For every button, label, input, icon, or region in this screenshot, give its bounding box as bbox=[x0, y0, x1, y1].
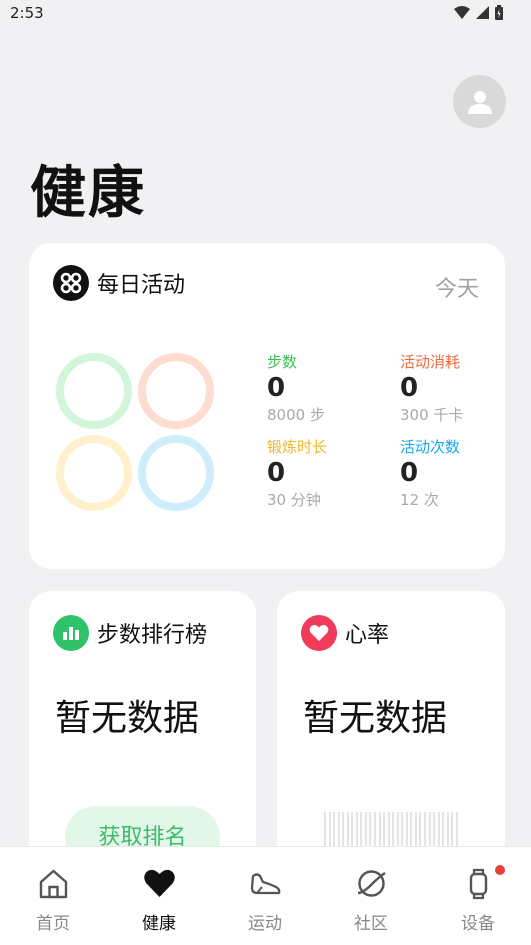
bottom-tab-bar: 首页 健康 运动 社区 设备 bbox=[0, 846, 531, 945]
status-bar: 2:53 bbox=[0, 0, 531, 28]
stat-steps: 步数 0 8000 步 bbox=[267, 351, 387, 425]
battery-icon bbox=[495, 5, 503, 20]
calories-ring bbox=[138, 353, 214, 429]
daily-activity-card[interactable]: 每日活动 今天 步数 0 8000 步 活动消耗 0 300 千卡 锻炼时长 0… bbox=[29, 243, 505, 569]
activity-count-ring bbox=[138, 435, 214, 511]
tab-label: 设备 bbox=[461, 914, 495, 934]
tab-label: 运动 bbox=[248, 914, 282, 934]
signal-icon bbox=[476, 6, 489, 19]
stat-target: 8000 步 bbox=[267, 406, 325, 424]
wifi-icon bbox=[454, 6, 470, 19]
heart-rate-header: 心率 bbox=[301, 615, 389, 651]
stat-activity-count: 活动次数 0 12 次 bbox=[400, 436, 505, 510]
activity-rings bbox=[54, 351, 214, 511]
status-icons bbox=[454, 5, 503, 20]
exercise-ring bbox=[56, 435, 132, 511]
heart-rate-icon bbox=[301, 615, 337, 651]
shoe-icon bbox=[250, 873, 281, 895]
stat-label: 活动消耗 bbox=[400, 353, 461, 371]
stat-target: 12 次 bbox=[400, 491, 439, 509]
daily-activity-title: 每日活动 bbox=[97, 273, 186, 298]
tab-label: 社区 bbox=[354, 914, 388, 934]
tab-exercise[interactable]: 运动 bbox=[212, 847, 318, 945]
daily-activity-header: 每日活动 bbox=[53, 265, 185, 301]
date-label[interactable]: 今天 bbox=[435, 271, 479, 303]
tab-label: 健康 bbox=[142, 914, 176, 934]
steps-ring bbox=[56, 353, 132, 429]
step-ranking-header: 步数排行榜 bbox=[53, 615, 207, 651]
step-ranking-title: 步数排行榜 bbox=[97, 623, 208, 648]
stat-exercise-duration: 锻炼时长 0 30 分钟 bbox=[267, 436, 387, 510]
stat-value: 0 bbox=[400, 458, 419, 488]
heart-icon bbox=[144, 869, 175, 897]
tab-home[interactable]: 首页 bbox=[0, 847, 106, 945]
heart-rate-title: 心率 bbox=[345, 623, 390, 648]
stat-value: 0 bbox=[267, 458, 286, 488]
stat-label: 锻炼时长 bbox=[267, 438, 328, 456]
bar-chart-icon bbox=[53, 615, 89, 651]
home-icon bbox=[39, 869, 68, 899]
page-title: 健康 bbox=[30, 161, 146, 226]
stat-target: 30 分钟 bbox=[267, 491, 321, 509]
stat-label: 步数 bbox=[267, 353, 298, 371]
stat-value: 0 bbox=[267, 373, 286, 403]
avatar-button[interactable] bbox=[453, 75, 506, 128]
tab-label: 首页 bbox=[36, 914, 70, 934]
no-data-text: 暂无数据 bbox=[55, 698, 200, 739]
stat-label: 活动次数 bbox=[400, 438, 461, 456]
tab-devices[interactable]: 设备 bbox=[425, 847, 531, 945]
user-icon bbox=[467, 90, 492, 114]
planet-icon bbox=[357, 870, 386, 897]
status-time: 2:53 bbox=[10, 4, 44, 22]
stat-value: 0 bbox=[400, 373, 419, 403]
activity-rings-icon bbox=[53, 265, 89, 301]
notification-badge bbox=[495, 865, 505, 875]
no-data-text: 暂无数据 bbox=[303, 698, 448, 739]
stat-calories: 活动消耗 0 300 千卡 bbox=[400, 351, 505, 425]
tab-community[interactable]: 社区 bbox=[318, 847, 424, 945]
tab-health[interactable]: 健康 bbox=[106, 847, 212, 945]
watch-icon bbox=[469, 868, 488, 900]
stat-target: 300 千卡 bbox=[400, 406, 464, 424]
